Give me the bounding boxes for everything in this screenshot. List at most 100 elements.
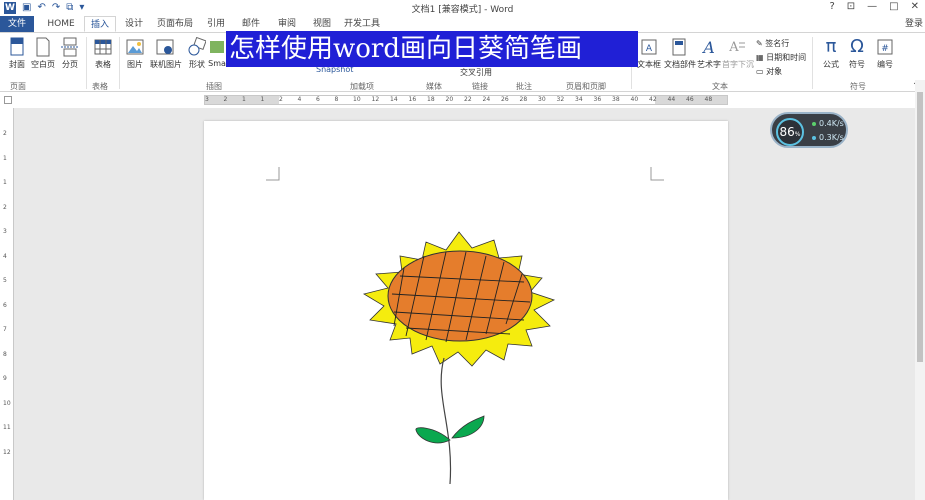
download-dot-icon	[812, 136, 816, 140]
vertical-ruler-tick-label: 2	[3, 203, 7, 211]
ruler-tick-label: 12	[371, 96, 380, 103]
ruler-tick-label: 14	[390, 96, 398, 103]
object-button[interactable]: ▭ 对象	[756, 66, 782, 77]
signature-line-icon: ✎	[756, 39, 763, 48]
ruler-tick-label: 32	[556, 96, 565, 103]
svg-text:A: A	[728, 40, 739, 55]
number-button[interactable]: # 编号	[870, 37, 900, 70]
vertical-ruler-tick-label: 2	[3, 130, 7, 137]
smartart-label: Sma	[208, 59, 226, 68]
date-time-button[interactable]: ▦ 日期和时间	[756, 52, 806, 63]
tab-layout[interactable]: 页面布局	[152, 16, 198, 32]
ruler-tick-label: 2	[279, 96, 283, 103]
textbox-icon: A	[641, 39, 657, 55]
login-link[interactable]: 登录	[905, 16, 923, 32]
ruler-tick-label: 1	[260, 96, 265, 103]
tab-mailings[interactable]: 邮件	[234, 16, 268, 32]
ruler-tick-label: 22	[464, 96, 472, 103]
ruler-tick-label: 44	[667, 96, 676, 103]
ruler-tick-label: 18	[427, 96, 435, 103]
minimize-button[interactable]: —	[867, 1, 877, 12]
svg-text:A: A	[701, 38, 715, 57]
tab-insert[interactable]: 插入	[84, 16, 116, 32]
tab-home[interactable]: HOME	[40, 16, 82, 32]
tab-developer[interactable]: 开发工具	[340, 16, 384, 32]
picture-button[interactable]: 图片	[120, 37, 150, 70]
cross-reference-button[interactable]: 交叉引用	[460, 67, 492, 78]
vertical-ruler-tick-label: 5	[3, 277, 7, 284]
ribbon-tabs: 文件 HOME 插入 设计 页面布局 引用 邮件 审阅 视图 开发工具 登录	[0, 16, 925, 32]
page-break-icon	[61, 37, 79, 57]
vertical-ruler-tick-label: 4	[3, 252, 7, 260]
omega-icon: Ω	[850, 36, 864, 57]
separator	[812, 37, 813, 89]
blank-page-button[interactable]: 空白页	[28, 37, 58, 70]
upload-speed: 0.4K/s	[812, 119, 844, 128]
group-label-header-footer: 页眉和页脚	[566, 82, 606, 91]
download-speed: 0.3K/s	[812, 133, 844, 142]
wordart-button[interactable]: A 艺术字	[694, 37, 724, 70]
ruler-tick-label: 20	[445, 96, 454, 103]
tab-design[interactable]: 设计	[118, 16, 150, 32]
ruler-tick-label: 1	[242, 96, 246, 103]
sunflower-center	[387, 250, 533, 342]
textbox-button[interactable]: A 文本框	[634, 37, 664, 70]
signature-line-button[interactable]: ✎ 签名行	[756, 38, 789, 49]
svg-text:#: #	[881, 44, 889, 54]
wordart-icon: A	[701, 38, 715, 57]
object-label: 对象	[766, 67, 783, 76]
tab-references[interactable]: 引用	[200, 16, 232, 32]
number-label: 编号	[877, 60, 893, 69]
vertical-ruler-tick-label: 7	[3, 326, 7, 333]
quick-parts-button[interactable]: 文档部件	[664, 37, 696, 70]
ruler-tick-label: 3	[205, 96, 209, 103]
drop-cap-button[interactable]: A 首字下沉	[722, 37, 754, 70]
online-picture-button[interactable]: 联机图片	[150, 37, 182, 70]
scrollbar-thumb[interactable]	[917, 92, 923, 362]
group-label-text: 文本	[712, 82, 728, 91]
ribbon-display-button[interactable]: ⊡	[847, 1, 855, 12]
number-icon: #	[877, 39, 893, 55]
maximize-button[interactable]: □	[889, 1, 898, 12]
tab-review[interactable]: 审阅	[270, 16, 304, 32]
network-speed-widget[interactable]: 86% 0.4K/s 0.3K/s	[770, 112, 848, 148]
group-label-pages: 页面	[10, 82, 26, 91]
vertical-ruler-tick-label: 1	[3, 179, 7, 186]
blank-page-icon	[36, 37, 50, 57]
vertical-scrollbar[interactable]	[915, 80, 925, 500]
ruler-tick-label: 38	[612, 96, 620, 103]
crop-mark-top-left	[266, 167, 280, 181]
picture-icon	[126, 39, 144, 55]
table-icon	[94, 39, 112, 55]
vertical-ruler-tick-label: 1	[3, 154, 7, 162]
sunflower-drawing[interactable]	[354, 226, 574, 486]
table-label: 表格	[95, 60, 111, 69]
table-button[interactable]: 表格	[88, 37, 118, 70]
tab-view[interactable]: 视图	[306, 16, 338, 32]
ruler-tick-label: 2	[223, 96, 228, 103]
ruler-tick-label: 8	[334, 96, 339, 103]
ruler-tick-label: 36	[593, 96, 602, 103]
vertical-ruler-tick-label: 9	[3, 375, 7, 382]
group-label-media: 媒体	[426, 82, 442, 91]
ruler-tick-label: 10	[353, 96, 361, 103]
help-button[interactable]: ?	[829, 1, 834, 12]
svg-text:A: A	[646, 44, 653, 54]
vertical-ruler-tick-label: 12	[3, 448, 11, 456]
crop-mark-top-right	[650, 167, 664, 181]
tab-selector[interactable]	[4, 96, 12, 104]
cover-page-icon	[10, 37, 24, 56]
document-page[interactable]	[204, 121, 728, 500]
tab-file[interactable]: 文件	[0, 16, 34, 32]
signature-line-label: 签名行	[765, 39, 790, 48]
group-label-addins: 加载项	[350, 82, 374, 91]
title-bar: W ▣ ↶ ↷ ⧉ ▾ 文档1 [兼容模式] - Word ? ⊡ — □ ✕	[0, 0, 925, 16]
symbol-button[interactable]: Ω 符号	[842, 37, 872, 70]
smartart-button[interactable]: Sma	[206, 37, 228, 68]
ruler-tick-label: 6	[316, 96, 320, 103]
page-break-button[interactable]: 分页	[55, 37, 85, 70]
drop-cap-icon: A	[728, 40, 745, 55]
close-button[interactable]: ✕	[911, 1, 919, 12]
shapes-icon	[188, 37, 206, 56]
ruler-tick-label: 48	[704, 96, 713, 103]
